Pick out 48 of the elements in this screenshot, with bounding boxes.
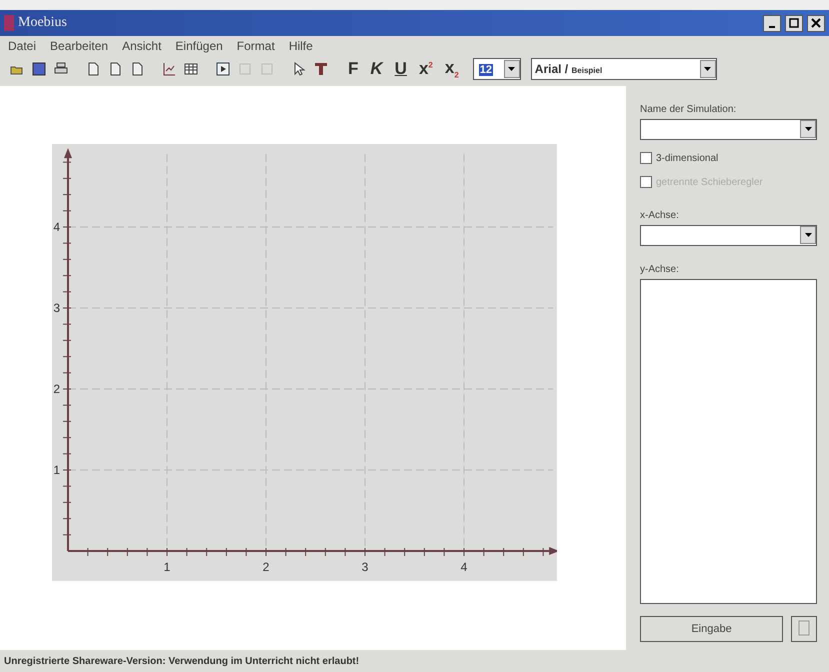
font-select[interactable]: Arial / Beispiel [530,58,717,80]
app-icon [4,15,14,31]
x-tick-label: 3 [362,560,368,574]
menu-item[interactable]: Datei [8,39,36,53]
minimize-button[interactable] [763,14,781,32]
close-button[interactable] [807,14,825,32]
sup-button[interactable]: x$^{2}$ [414,59,437,79]
submit-button[interactable]: Eingabe [640,616,783,642]
minimize-icon [769,26,775,28]
menu-item[interactable]: Ansicht [122,39,162,53]
x-axis-dropdown[interactable] [640,225,817,246]
page-button[interactable] [791,616,817,642]
y-tick-label: 1 [53,463,60,477]
menu-item[interactable]: Bearbeiten [50,39,108,53]
dropdown-arrow-icon [804,233,812,237]
y-tick-label: 2 [53,382,60,396]
checkbox-label[interactable]: 3-dimensional [640,152,817,164]
menu-item[interactable]: Format [236,39,275,53]
simulation-name-dropdown[interactable] [640,119,817,140]
maximize-icon [789,18,799,28]
x-tick-label: 1 [164,560,170,574]
dropdown-button[interactable] [800,226,816,244]
dropdown-button[interactable] [700,60,716,78]
maximize-button[interactable] [785,14,803,32]
y-tick-label: 3 [53,301,60,315]
x-tick-label: 4 [460,560,468,574]
underline-button[interactable]: U [390,59,411,79]
field-label: Name der Simulation: [640,104,738,115]
menu-item[interactable]: Einfügen [175,39,223,53]
dropdown-arrow-icon [704,67,712,71]
window-title: Moebius [18,15,68,31]
y-tick-label: 4 [53,220,60,234]
close-icon [811,18,821,28]
field-label: y-Achse: [640,264,680,275]
x-tick-label: 2 [262,560,270,574]
dropdown-arrow-icon [804,127,812,131]
field-label: x-Achse: [640,210,680,221]
italic-button[interactable]: K [366,59,387,79]
page-icon [798,620,810,636]
menu-item[interactable]: Hilfe [288,39,313,53]
dropdown-arrow-icon [508,67,516,71]
font-size-select[interactable]: 12 [472,58,521,80]
dropdown-button[interactable] [504,60,520,78]
dropdown-button[interactable] [800,120,816,138]
status-text: Unregistrierte Shareware-Version: Verwendung im Unterricht nicht erlaubt! [3,654,360,668]
checkbox[interactable] [640,152,652,164]
bold-button[interactable]: F [344,59,362,79]
sub-button[interactable]: x$_{2}$ [440,58,463,80]
